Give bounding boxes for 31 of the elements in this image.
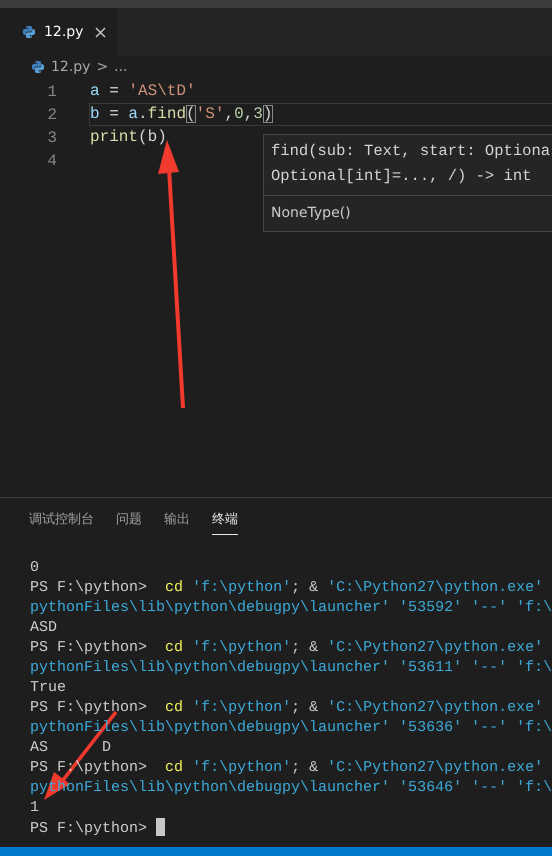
breadcrumb-item[interactable]: ... [114,59,128,75]
close-icon[interactable] [95,26,106,38]
terminal-output: 1 [30,798,40,818]
terminal-command: PS F:\python> cd 'f:\python'; & 'C:\Python27\python.exe' [30,638,544,658]
terminal-line: pythonFiles\lib\python\debugpy\launcher' '53611' '--' 'f:\ [30,658,552,678]
code-line: print(b) [89,127,168,148]
terminal-command: PS F:\python> cd 'f:\python'; & 'C:\Python27\python.exe' [30,698,544,718]
terminal-output: ASD [30,618,58,638]
line-number: 1 [46,82,57,100]
line-number: 2 [46,106,57,124]
panel-tab[interactable]: 调试控制台 [29,510,94,535]
panel-tab[interactable]: 输出 [164,510,190,535]
panel-tab[interactable]: 问题 [116,510,142,535]
code-line: a = 'AS\tD' [89,81,197,102]
function-signature: find(sub: Text, start: Optiona Optional[int]=..., /) -> int [264,135,552,196]
terminal-output: 0 [30,558,40,578]
line-number: 4 [46,152,57,170]
terminal-line: pythonFiles\lib\python\debugpy\launcher' '53592' '--' 'f:\ [30,598,552,618]
python-icon [22,25,36,39]
tooltip-text: NoneType() [270,204,352,223]
line-number: 3 [46,128,57,146]
editor-tab[interactable]: 12.py [0,8,118,56]
terminal-prompt: PS F:\python> [30,820,148,837]
python-icon [31,60,45,74]
breadcrumb-separator: > [96,59,108,75]
terminal-command: PS F:\python> cd 'f:\python'; & 'C:\Python27\python.exe' [30,578,544,598]
code-line: b = a.find('S',0,3) [89,103,552,126]
terminal-output: AS D [30,738,112,758]
panel-tab[interactable]: 终端 [212,510,238,535]
terminal-output: True [30,678,68,698]
breadcrumb-item[interactable]: 12.py [51,59,90,75]
